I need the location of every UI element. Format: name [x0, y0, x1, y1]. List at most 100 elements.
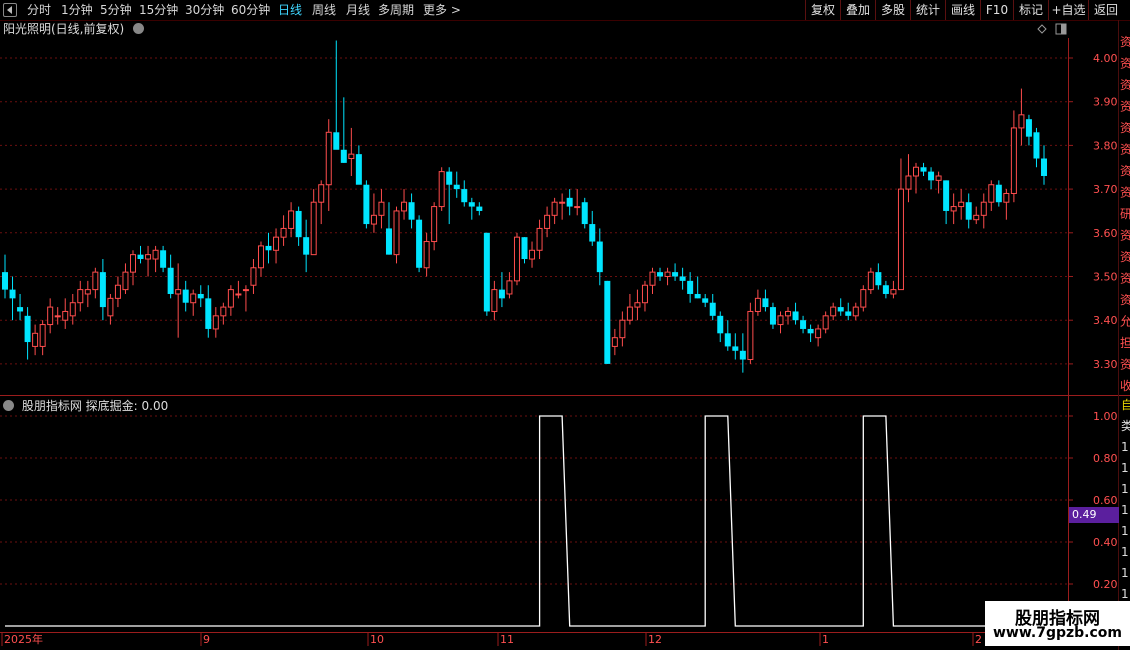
candle	[1025, 114, 1032, 146]
candle-body	[551, 201, 558, 216]
indicator-title[interactable]: 股朋指标网 探底掘金: 0.00	[3, 398, 168, 414]
candle-body	[32, 332, 39, 347]
candle	[77, 280, 84, 312]
edge-glyph: 允	[1120, 314, 1130, 329]
candle-body	[845, 311, 852, 316]
candle	[717, 311, 724, 343]
candle-body	[340, 149, 347, 163]
indicator-axis: 1.00 0.80 0.60 0.40 0.20	[1068, 410, 1118, 591]
candle-body	[852, 306, 859, 317]
edge-glyph-lower: 自	[1121, 398, 1130, 412]
candle	[529, 241, 536, 268]
candle	[950, 193, 957, 225]
edge-glyph-lower: 1	[1121, 461, 1129, 475]
price-tick-label: 3.60	[1093, 227, 1118, 240]
candle-body	[664, 271, 671, 278]
candle-body	[672, 272, 679, 277]
candle-body	[491, 289, 498, 312]
candle-body	[935, 175, 942, 181]
candle-body	[830, 306, 837, 317]
candle-body	[145, 254, 152, 260]
candle	[1033, 127, 1040, 168]
candle	[694, 276, 701, 299]
candle	[852, 302, 859, 321]
window-toggle-icon-fill	[1061, 24, 1066, 34]
candle-body	[393, 210, 400, 256]
candle	[242, 285, 249, 312]
edge-glyph: 资	[1120, 100, 1130, 114]
candle	[672, 263, 679, 281]
candle-body	[611, 337, 618, 347]
candle	[807, 324, 814, 343]
candle	[408, 193, 415, 229]
chevron-down-icon[interactable]	[133, 23, 145, 34]
candle-body	[589, 224, 596, 242]
candle	[649, 267, 656, 294]
watermark-logo: 股朋指标网 www.7gpzb.com	[985, 601, 1130, 646]
edge-glyph: 收	[1120, 379, 1130, 393]
candle-body	[408, 202, 415, 220]
indicator-menu-icon[interactable]	[3, 400, 14, 411]
edge-glyph: 资	[1120, 57, 1130, 71]
candle-body	[17, 307, 24, 312]
candle	[619, 311, 626, 347]
candle-body	[242, 289, 249, 292]
candle	[190, 289, 197, 316]
candle-body	[468, 202, 475, 207]
candle	[401, 189, 408, 220]
indicator-line	[5, 415, 1097, 627]
candle	[476, 202, 483, 216]
candle-body	[965, 202, 972, 220]
candle-body	[739, 350, 746, 360]
candle-body	[288, 210, 295, 229]
candle-body	[513, 236, 520, 282]
candle	[92, 267, 99, 299]
candle	[1010, 110, 1017, 203]
candle	[99, 259, 106, 321]
candle-body	[227, 289, 234, 308]
candle-body	[333, 132, 340, 150]
candle	[438, 167, 445, 211]
candle	[152, 245, 159, 273]
candle-body	[913, 166, 920, 177]
candle-body	[99, 272, 106, 308]
candle	[988, 180, 995, 211]
candle-body	[250, 267, 257, 286]
candle-body	[235, 293, 242, 296]
candle-body	[385, 228, 392, 255]
edge-glyph-lower: 类	[1121, 419, 1130, 433]
candle-body	[175, 289, 182, 295]
candle	[295, 206, 302, 246]
candle	[348, 127, 355, 176]
candle-body	[559, 201, 566, 204]
candle-body	[325, 131, 332, 186]
candle	[935, 171, 942, 194]
indicator-title-text: 股朋指标网 探底掘金: 0.00	[21, 399, 169, 413]
stock-title[interactable]: 阳光照明(日线,前复权)	[3, 21, 145, 37]
candle-body	[273, 236, 280, 251]
candle-body	[920, 167, 927, 172]
candle-body	[769, 307, 776, 325]
candle-body	[92, 271, 99, 291]
candle-body	[190, 293, 197, 304]
candle-body	[822, 315, 829, 330]
edge-glyph-lower: 1	[1121, 566, 1129, 580]
candle	[958, 189, 965, 220]
candle	[54, 307, 61, 325]
candle-body	[265, 245, 272, 251]
diamond-icon[interactable]	[1037, 24, 1047, 34]
candle	[32, 324, 39, 356]
candle-body	[950, 206, 957, 212]
candle-body	[160, 250, 167, 268]
candle	[468, 197, 475, 220]
candle-body	[596, 241, 603, 273]
candle	[943, 180, 950, 225]
candle	[581, 197, 588, 229]
price-tick-label: 3.80	[1093, 139, 1118, 152]
candle	[182, 280, 189, 312]
candle	[754, 289, 761, 316]
candle-body	[732, 346, 739, 351]
candle	[9, 276, 16, 321]
candle-body	[2, 272, 8, 290]
candle-body	[687, 280, 694, 294]
